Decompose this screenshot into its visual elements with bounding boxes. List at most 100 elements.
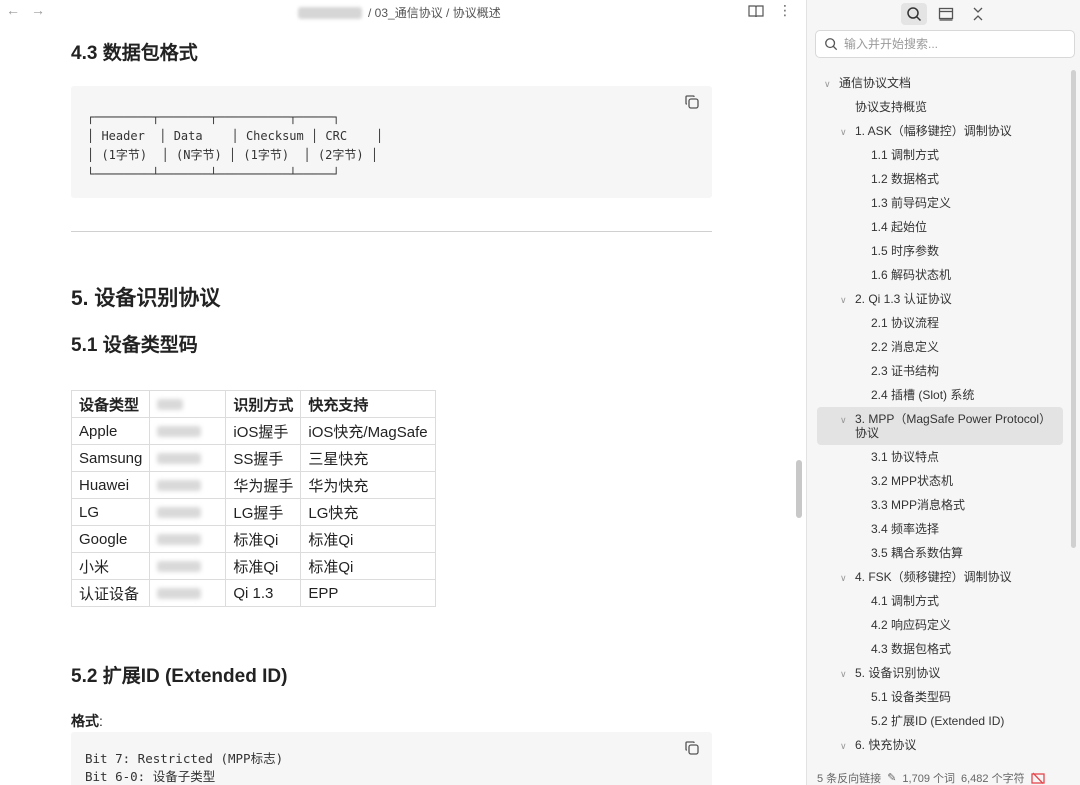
reading-view-icon[interactable]	[748, 4, 764, 18]
outline-item[interactable]: 2.4 插槽 (Slot) 系统	[817, 383, 1063, 407]
copy-icon[interactable]	[684, 740, 700, 756]
outline-item-label: 1.2 数据格式	[871, 172, 940, 186]
chevron-down-icon[interactable]: ∨	[840, 667, 847, 681]
outline-item[interactable]: 5.2 扩展ID (Extended ID)	[817, 709, 1063, 733]
outline-item[interactable]: ∨ 3. MPP（MagSafe Power Protocol）协议	[817, 407, 1063, 445]
chevron-down-icon[interactable]: ∨	[840, 293, 847, 307]
outline-item[interactable]: ∨ 1. ASK（幅移键控）调制协议	[817, 119, 1063, 143]
status-backlinks[interactable]: 5 条反向链接	[817, 770, 881, 785]
table-cell: LG快充	[300, 498, 436, 526]
pencil-icon[interactable]: ✎	[887, 771, 896, 784]
status-bar: 5 条反向链接 ✎ 1,709 个词 6,482 个字符	[807, 770, 1080, 785]
heading-4-3: 4.3 数据包格式	[71, 43, 198, 64]
outline-item[interactable]: ∨ 6. 快充协议	[817, 733, 1063, 757]
copy-icon[interactable]	[684, 94, 700, 110]
chevron-down-icon[interactable]: ∨	[840, 571, 847, 585]
chevron-down-icon[interactable]: ∨	[840, 125, 847, 139]
main-scrollbar-thumb[interactable]	[796, 460, 802, 518]
more-options-icon[interactable]: ⋮	[778, 2, 792, 19]
outline-item[interactable]: ∨ 5. 设备识别协议	[817, 661, 1063, 685]
outline-item-label: 3.4 频率选择	[871, 522, 940, 536]
outline-item-label: 3.5 耦合系数估算	[871, 546, 964, 560]
code-block-packet-format: ┌────────┬───────┬──────────┬─────┐ │ He…	[71, 86, 712, 198]
packet-format-diagram: ┌────────┬───────┬──────────┬─────┐ │ He…	[87, 110, 384, 181]
outline-item[interactable]: 3.3 MPP消息格式	[817, 493, 1063, 517]
status-chars: 6,482 个字符	[961, 772, 1025, 785]
status-words: 1,709 个词	[902, 772, 955, 785]
outline-item[interactable]: 1.5 时序参数	[817, 239, 1063, 263]
chevron-down-icon[interactable]: ∨	[824, 77, 831, 91]
heading-5-2: 5.2 扩展ID (Extended ID)	[71, 666, 288, 687]
outline-item-label: 5. 设备识别协议	[855, 666, 941, 680]
tab-search[interactable]	[901, 3, 927, 25]
table-cell: 华为快充	[300, 471, 436, 499]
sidebar-scrollbar-thumb[interactable]	[1071, 70, 1076, 548]
breadcrumb-path[interactable]: / 03_通信协议 / 协议概述	[368, 4, 501, 21]
search-input[interactable]	[844, 37, 1064, 51]
heading-5-1: 5.1 设备类型码	[71, 335, 198, 356]
outline-item[interactable]: 协议支持概览	[817, 95, 1063, 119]
table-row: LG LG握手 LG快充	[70, 498, 436, 526]
table-cell: Qi 1.3	[225, 579, 302, 607]
table-cell: LG握手	[225, 498, 302, 526]
table-header-cell-blurred	[149, 390, 227, 418]
outline-item[interactable]: ∨ 4. FSK（频移键控）调制协议	[817, 565, 1063, 589]
breadcrumb-blurred-segment	[298, 6, 362, 19]
outline-item[interactable]: ∨ 2. Qi 1.3 认证协议	[817, 287, 1063, 311]
table-header-cell: 快充支持	[300, 390, 436, 418]
table-row: Samsung SS握手 三星快充	[70, 444, 436, 472]
outline-item[interactable]: 3.2 MPP状态机	[817, 469, 1063, 493]
outline-item[interactable]: 3.4 频率选择	[817, 517, 1063, 541]
table-cell: Apple	[70, 417, 151, 445]
device-type-table: 设备类型 识别方式 快充支持 Apple iOS握手 iOS快充/MagSafe Sa…	[70, 390, 436, 607]
table-cell: 认证设备	[70, 579, 151, 607]
sync-error-icon[interactable]	[1030, 772, 1045, 784]
outline-item-label: 协议支持概览	[855, 100, 928, 114]
outline-item[interactable]: 2.1 协议流程	[817, 311, 1063, 335]
table-cell-blurred	[149, 525, 227, 553]
breadcrumb[interactable]: / 03_通信协议 / 协议概述	[298, 4, 501, 21]
outline-item-label: 6. 快充协议	[855, 738, 917, 752]
back-arrow-icon[interactable]: ←	[6, 2, 20, 18]
outline-tree: ∨ 通信协议文档协议支持概览 ∨ 1. ASK（幅移键控）调制协议 1.1 调制方式 1.…	[817, 71, 1063, 757]
outline-item[interactable]: 4.2 响应码定义	[817, 613, 1063, 637]
outline-item-label: 2.4 插槽 (Slot) 系统	[871, 388, 975, 402]
outline-item[interactable]: 1.4 起始位	[817, 215, 1063, 239]
table-cell: SS握手	[225, 444, 302, 472]
outline-item[interactable]: ∨ 通信协议文档	[817, 71, 1063, 95]
outline-item[interactable]: 4.1 调制方式	[817, 589, 1063, 613]
outline-item[interactable]: 2.3 证书结构	[817, 359, 1063, 383]
outline-item[interactable]: 3.1 协议特点	[817, 445, 1063, 469]
format-label: 格式:	[71, 711, 103, 731]
outline-item[interactable]: 1.1 调制方式	[817, 143, 1063, 167]
main-pane: ← → / 03_通信协议 / 协议概述 ⋮ 4.3 数据包格式 ┌──────…	[0, 0, 806, 785]
table-row: 小米 标准Qi 标准Qi	[70, 552, 436, 580]
table-cell-blurred	[149, 417, 227, 445]
outline-item[interactable]: 1.2 数据格式	[817, 167, 1063, 191]
outline-item[interactable]: 3.5 耦合系数估算	[817, 541, 1063, 565]
table-cell-blurred	[149, 444, 227, 472]
outline-item-label: 1.3 前导码定义	[871, 196, 952, 210]
outline-item[interactable]: 2.2 消息定义	[817, 335, 1063, 359]
outline-item[interactable]: 1.3 前导码定义	[817, 191, 1063, 215]
outline-item[interactable]: 4.3 数据包格式	[817, 637, 1063, 661]
outline-item-label: 5.1 设备类型码	[871, 690, 952, 704]
search-box[interactable]	[815, 30, 1075, 58]
outline-item-label: 4. FSK（频移键控）调制协议	[855, 570, 1012, 584]
table-cell-blurred	[149, 498, 227, 526]
tab-outline[interactable]	[933, 3, 959, 25]
outline-panel-icon	[938, 7, 954, 21]
chevron-down-icon[interactable]: ∨	[840, 413, 847, 427]
outline-item[interactable]: 5.1 设备类型码	[817, 685, 1063, 709]
outline-item-label: 1.5 时序参数	[871, 244, 940, 258]
tab-collapse[interactable]	[965, 3, 991, 25]
outline-item-label: 1. ASK（幅移键控）调制协议	[855, 124, 1012, 138]
table-cell: iOS握手	[225, 417, 302, 445]
table-cell: 标准Qi	[300, 525, 436, 553]
table-cell: iOS快充/MagSafe	[300, 417, 436, 445]
forward-arrow-icon[interactable]: →	[31, 2, 45, 18]
outline-item-label: 3.2 MPP状态机	[871, 474, 954, 488]
table-row: Huawei 华为握手 华为快充	[70, 471, 436, 499]
outline-item[interactable]: 1.6 解码状态机	[817, 263, 1063, 287]
chevron-down-icon[interactable]: ∨	[840, 739, 847, 753]
